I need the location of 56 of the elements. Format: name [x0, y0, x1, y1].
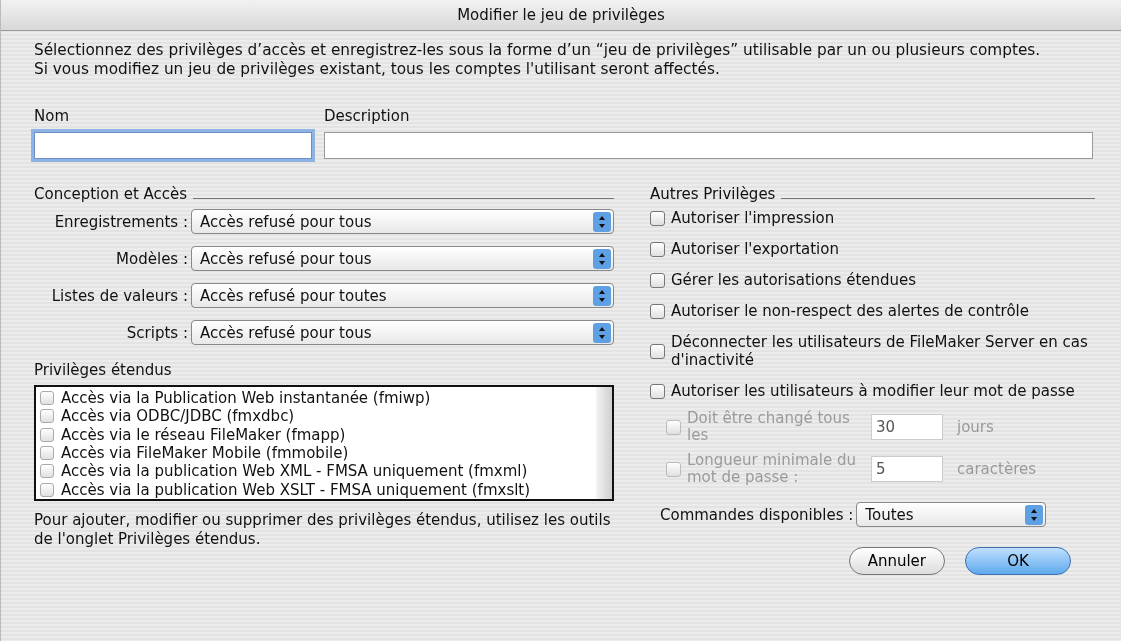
privilege-label: Accès via ODBC/JDBC (fmxdbc) [61, 407, 295, 426]
option-label: Doit être changé tous les [687, 410, 851, 444]
unit-label: jours [957, 418, 994, 436]
popup-label: Commandes disponibles : [660, 505, 855, 524]
stepper-arrows-icon [1025, 504, 1044, 525]
section-heading: Conception et Accès [34, 185, 188, 203]
description-field[interactable] [324, 132, 1093, 159]
popup-menu[interactable]: Toutes [856, 502, 1047, 527]
privilege-label: Accès via la Publication Web instantanée (fmiwp) [61, 389, 431, 408]
popup-label: Listes de valeurs : [50, 286, 189, 305]
ok-button[interactable]: OK [965, 547, 1071, 575]
option-label: Gérer les autorisations étendues [671, 271, 917, 289]
popup-label: Enregistrements : [53, 212, 189, 231]
option-label: Autoriser les utilisateurs à modifier leur mot de passe [671, 382, 1075, 400]
checkbox[interactable] [40, 464, 54, 479]
option-label: Autoriser le non-respect des alertes de contrôle [671, 302, 1029, 320]
option-label: Autoriser l'impression [671, 209, 835, 227]
stepper-arrows-icon [593, 248, 611, 269]
popup-menu[interactable]: Accès refusé pour tous [191, 209, 614, 234]
checkbox[interactable] [650, 272, 665, 288]
popup-label: Modèles : [115, 249, 189, 268]
popup-menu[interactable]: Accès refusé pour tous [191, 246, 614, 271]
section-heading: Privilèges étendus [34, 361, 172, 379]
option-label: Autoriser l'exportation [671, 240, 839, 258]
intro-text: Sélectionnez des privilèges d’accès et enregistrez-les sous la forme d’un “jeu de privilèges” utilisable par un ou plusieurs comptes. [34, 41, 1042, 60]
stepper-arrows-icon [593, 322, 611, 343]
stepper-arrows-icon [593, 211, 611, 232]
unit-label: caractères [957, 460, 1037, 478]
privilege-label: Accès via la publication Web XML - FMSA uniquement (fmxml) [61, 462, 528, 481]
option-label: Longueur minimale du mot de passe : [687, 452, 857, 486]
privilege-label: Accès via la publication Web XSLT - FMSA uniquement (fmxslt) [61, 480, 531, 499]
field-label: Description [324, 107, 411, 125]
checkbox[interactable] [40, 446, 54, 461]
popup-label: Scripts : [125, 323, 189, 342]
intro-text: Si vous modifiez un jeu de privilèges existant, tous les comptes l'utilisant seront affectés. [34, 60, 721, 79]
checkbox[interactable] [650, 383, 665, 399]
checkbox[interactable] [40, 482, 54, 497]
popup-menu[interactable]: Accès refusé pour tous [191, 320, 614, 345]
stepper-arrows-icon [593, 285, 611, 306]
checkbox[interactable] [40, 391, 54, 406]
help-text: Pour ajouter, modifier ou supprimer des privilèges étendus, utilisez les outils de l'onglet Privilèges étendus. [34, 511, 612, 549]
checkbox[interactable] [40, 409, 54, 424]
checkbox[interactable] [650, 303, 665, 319]
window-title: Modifier le jeu de privilèges [457, 6, 665, 24]
privilege-label: Accès via FileMaker Mobile (fmmobile) [61, 444, 349, 463]
section-heading: Autres Privilèges [650, 185, 776, 203]
checkbox[interactable] [650, 241, 665, 257]
privilege-label: Accès via le réseau FileMaker (fmapp) [61, 425, 346, 444]
cancel-button[interactable]: Annuler [848, 547, 945, 575]
name-field[interactable] [34, 132, 312, 159]
option-label: Déconnecter les utilisateurs de FileMaker Server en cas d'inactivité [671, 333, 1089, 369]
checkbox[interactable] [40, 427, 54, 442]
field-label: Nom [34, 107, 70, 125]
checkbox[interactable] [650, 210, 665, 226]
popup-menu[interactable]: Accès refusé pour toutes [191, 283, 614, 308]
checkbox[interactable] [650, 343, 665, 359]
